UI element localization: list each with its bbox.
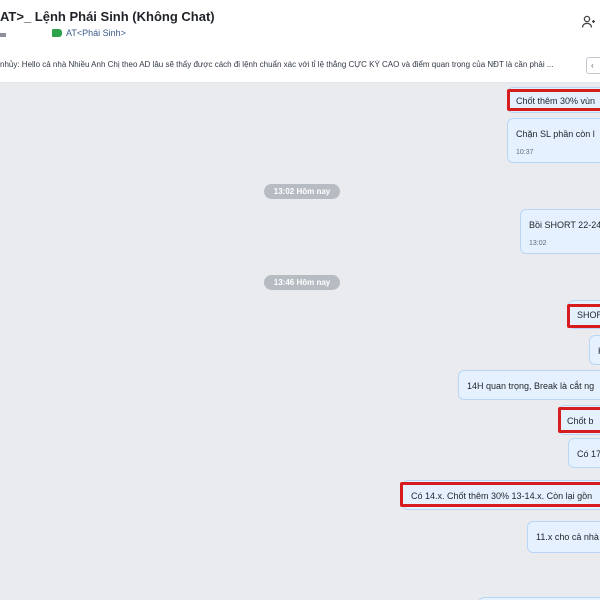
message-text: 11.x cho cả nhà: [536, 532, 599, 542]
message-text: 14H quan trọng, Break là cắt ng: [467, 381, 595, 391]
message-bubble[interactable]: Chốt thêm 30% vùn: [507, 87, 600, 113]
message-bubble[interactable]: 11.x cho cả nhà: [527, 521, 600, 553]
message-text: SHOR: [577, 310, 600, 320]
message-bubble[interactable]: Có 14.x. Chốt thêm 30% 13-14.x. Còn lại …: [402, 480, 600, 510]
tag-icon: [52, 29, 62, 37]
message-list[interactable]: Chốt thêm 30% vùn Chặn SL phần còn l 10:…: [0, 83, 600, 600]
message-text: Chặn SL phần còn l: [516, 129, 595, 139]
message-text: Có 14.x. Chốt thêm 30% 13-14.x. Còn lại …: [411, 491, 593, 501]
message-bubble[interactable]: Có 17: [568, 438, 600, 468]
message-text: Bồi SHORT 22-24: [529, 220, 600, 230]
group-icon: [0, 33, 6, 37]
date-separator-label: 13:46 Hôm nay: [273, 278, 331, 287]
message-bubble[interactable]: Bồi SHORT 22-24 13:02: [520, 209, 600, 254]
message-bubble[interactable]: 14H quan trọng, Break là cắt ng: [458, 370, 600, 400]
message-bubble[interactable]: Chặn SL phần còn l 10:37: [507, 118, 600, 163]
message-bubble[interactable]: SHOR: [568, 300, 600, 329]
date-separator: 13:46 Hôm nay: [264, 275, 340, 290]
channel-tag[interactable]: AT<Phái Sinh>: [52, 27, 126, 39]
chat-header: AT>_ Lệnh Phái Sinh (Không Chat) AT<Phái…: [0, 0, 600, 47]
message-time: 13:02: [529, 240, 547, 247]
message-bubble[interactable]: Chốt b: [558, 405, 600, 435]
channel-tag-label: AT<Phái Sinh>: [66, 28, 126, 38]
message-text: Chốt b: [567, 416, 594, 426]
message-text: Có 17: [577, 449, 600, 459]
message-bubble[interactable]: K: [589, 335, 600, 365]
date-separator: 13:02 Hôm nay: [264, 184, 340, 199]
message-text: Chốt thêm 30% vùn: [516, 96, 596, 106]
pinned-message-bar[interactable]: nhủy: Hello cả nhà Nhiều Anh Chị theo AD…: [0, 46, 600, 83]
pinned-message-text: nhủy: Hello cả nhà Nhiều Anh Chị theo AD…: [0, 60, 554, 69]
date-separator-label: 13:02 Hôm nay: [273, 187, 331, 196]
pinned-toggle-button[interactable]: ‹: [586, 57, 600, 74]
message-time: 10:37: [516, 149, 534, 156]
members-icon[interactable]: [581, 14, 597, 30]
chat-title: AT>_ Lệnh Phái Sinh (Không Chat): [0, 9, 215, 24]
